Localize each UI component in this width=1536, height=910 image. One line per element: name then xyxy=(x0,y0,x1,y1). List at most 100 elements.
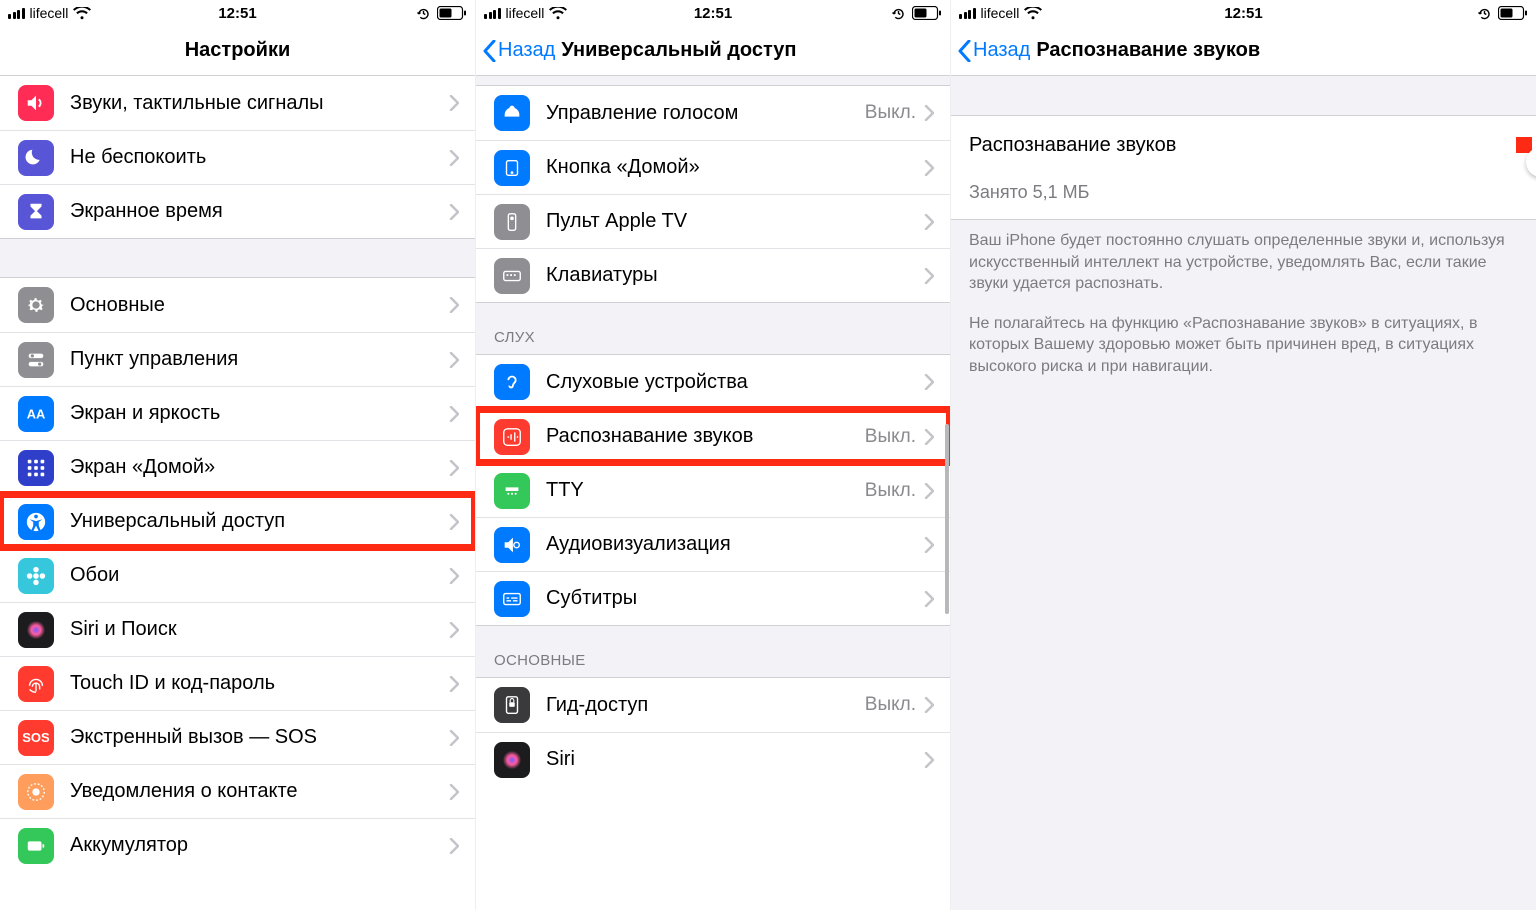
clock: 12:51 xyxy=(951,5,1536,22)
row-label: Распознавание звуков xyxy=(546,425,865,448)
row-label: Экстренный вызов — SOS xyxy=(70,726,449,749)
guided-icon xyxy=(494,687,530,723)
status-bar: lifecell 12:51 xyxy=(951,0,1536,26)
moon-icon xyxy=(18,140,54,176)
page-title: Универсальный доступ xyxy=(561,39,796,62)
contact-icon xyxy=(18,774,54,810)
settings-row-keyboard[interactable]: Клавиатуры xyxy=(476,248,950,302)
sound-recognition-screen: lifecell 12:51 Назад Распознавание звуко… xyxy=(950,0,1536,910)
chevron-left-icon xyxy=(957,40,971,62)
chevron-left-icon xyxy=(482,40,496,62)
settings-row-sos[interactable]: SOS Экстренный вызов — SOS xyxy=(0,710,475,764)
clock: 12:51 xyxy=(476,5,950,22)
row-label: Субтитры xyxy=(546,587,924,610)
settings-row-siri[interactable]: Siri и Поиск xyxy=(0,602,475,656)
settings-row-switches[interactable]: Пункт управления xyxy=(0,332,475,386)
home-icon xyxy=(494,150,530,186)
row-label: Экранное время xyxy=(70,200,449,223)
settings-row-cc[interactable]: Субтитры xyxy=(476,571,950,625)
hourglass-icon xyxy=(18,194,54,230)
back-button[interactable]: Назад xyxy=(476,39,555,62)
row-value: Выкл. xyxy=(865,426,916,448)
back-label: Назад xyxy=(973,39,1030,62)
status-bar: lifecell 12:51 xyxy=(0,0,475,26)
row-label: Siri и Поиск xyxy=(70,618,449,641)
description-1: Ваш iPhone будет постоянно слушать опред… xyxy=(951,220,1536,295)
settings-row-sound[interactable]: Распознавание звуковВыкл. xyxy=(476,409,950,463)
sound-icon xyxy=(494,419,530,455)
settings-row-grid[interactable]: Экран «Домой» xyxy=(0,440,475,494)
gear-icon xyxy=(18,287,54,323)
settings-row-siri[interactable]: Siri xyxy=(476,732,950,786)
row-label: Пункт управления xyxy=(70,348,449,371)
clock: 12:51 xyxy=(0,5,475,22)
settings-row-gear[interactable]: Основные xyxy=(0,278,475,332)
settings-screen: lifecell 12:51 Настройки Звуки, тактильн… xyxy=(0,0,475,910)
settings-row-home[interactable]: Кнопка «Домой» xyxy=(476,140,950,194)
settings-row-av[interactable]: Аудиовизуализация xyxy=(476,517,950,571)
settings-row-flower[interactable]: Обои xyxy=(0,548,475,602)
row-label: Не беспокоить xyxy=(70,146,449,169)
switches-icon xyxy=(18,342,54,378)
row-label: Пульт Apple TV xyxy=(546,210,924,233)
settings-row-access[interactable]: Универсальный доступ xyxy=(0,494,475,548)
back-button[interactable]: Назад xyxy=(951,39,1030,62)
row-label: Клавиатуры xyxy=(546,264,924,287)
settings-row-guided[interactable]: Гид-доступВыкл. xyxy=(476,678,950,732)
remote-icon xyxy=(494,204,530,240)
nav-bar: Настройки xyxy=(0,26,475,76)
nav-bar: Назад Универсальный доступ xyxy=(476,26,950,76)
row-label: Экран и яркость xyxy=(70,402,449,425)
access-icon xyxy=(18,504,54,540)
settings-row-contact[interactable]: Уведомления о контакте xyxy=(0,764,475,818)
row-label: Siri xyxy=(546,748,924,771)
section-header-general: ОСНОВНЫЕ xyxy=(476,625,950,678)
row-label: Обои xyxy=(70,564,449,587)
row-label: Управление голосом xyxy=(546,102,865,125)
row-value: Выкл. xyxy=(865,694,916,716)
settings-row-touchid[interactable]: Touch ID и код-пароль xyxy=(0,656,475,710)
row-value: Выкл. xyxy=(865,102,916,124)
settings-row-sounds[interactable]: Звуки, тактильные сигналы xyxy=(0,76,475,130)
row-label: Аккумулятор xyxy=(70,834,449,857)
settings-row-ear[interactable]: Слуховые устройства xyxy=(476,355,950,409)
cc-icon xyxy=(494,581,530,617)
siri-icon xyxy=(494,742,530,778)
sounds-icon xyxy=(18,85,54,121)
row-label: Кнопка «Домой» xyxy=(546,156,924,179)
row-label: Универсальный доступ xyxy=(70,510,449,533)
tty-icon xyxy=(494,473,530,509)
touchid-icon xyxy=(18,666,54,702)
settings-row-aa[interactable]: AA Экран и яркость xyxy=(0,386,475,440)
accessibility-screen: lifecell 12:51 Назад Универсальный досту… xyxy=(475,0,950,910)
settings-row-hourglass[interactable]: Экранное время xyxy=(0,184,475,238)
sos-icon: SOS xyxy=(18,720,54,756)
settings-row-battery[interactable]: Аккумулятор xyxy=(0,818,475,872)
nav-bar: Назад Распознавание звуков xyxy=(951,26,1536,76)
row-label: Гид-доступ xyxy=(546,694,865,717)
siri-icon xyxy=(18,612,54,648)
storage-usage: Занято 5,1 МБ xyxy=(951,174,1536,220)
section-header-hearing: СЛУХ xyxy=(476,302,950,355)
toggle-label: Распознавание звуков xyxy=(969,134,1520,157)
grid-icon xyxy=(18,450,54,486)
settings-row-moon[interactable]: Не беспокоить xyxy=(0,130,475,184)
battery-icon xyxy=(18,828,54,864)
row-label: Touch ID и код-пароль xyxy=(70,672,449,695)
row-value: Выкл. xyxy=(865,480,916,502)
row-label: Основные xyxy=(70,294,449,317)
sound-recognition-toggle-row[interactable]: Распознавание звуков xyxy=(951,116,1536,174)
row-label: Звуки, тактильные сигналы xyxy=(70,92,449,115)
voice-icon xyxy=(494,95,530,131)
settings-row-tty[interactable]: TTYВыкл. xyxy=(476,463,950,517)
row-label: Уведомления о контакте xyxy=(70,780,449,803)
row-label: Экран «Домой» xyxy=(70,456,449,479)
row-label: Слуховые устройства xyxy=(546,371,924,394)
svg-text:AA: AA xyxy=(27,406,46,421)
settings-row-voice[interactable]: Управление голосомВыкл. xyxy=(476,86,950,140)
page-title: Распознавание звуков xyxy=(1036,39,1260,62)
description-2: Не полагайтесь на функцию «Распознавание… xyxy=(951,295,1536,378)
settings-row-remote[interactable]: Пульт Apple TV xyxy=(476,194,950,248)
row-label: TTY xyxy=(546,479,865,502)
row-label: Аудиовизуализация xyxy=(546,533,924,556)
